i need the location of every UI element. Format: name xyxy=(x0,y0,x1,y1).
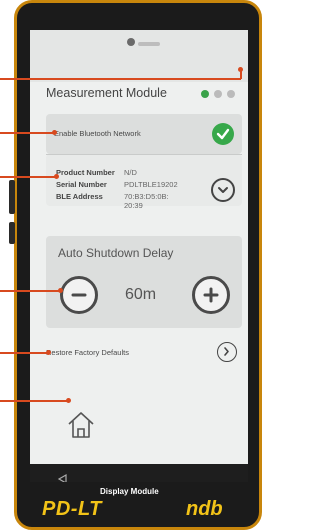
shutdown-value: 60m xyxy=(125,286,157,303)
callout-line-shutdown xyxy=(0,290,60,292)
home-icon xyxy=(68,412,94,438)
side-button xyxy=(9,222,15,244)
decrease-button[interactable] xyxy=(60,276,98,314)
page-dot[interactable] xyxy=(214,90,222,98)
product-number-label: Product Number xyxy=(56,168,115,177)
callout-line-device-info xyxy=(0,176,56,178)
callout-dot xyxy=(238,67,243,72)
bluetooth-label: Enable Bluetooth Network xyxy=(54,129,141,138)
page-dot-active[interactable] xyxy=(201,90,209,98)
system-nav-bar xyxy=(30,464,248,482)
divider xyxy=(46,154,242,155)
earpiece xyxy=(138,42,160,46)
shutdown-title: Auto Shutdown Delay xyxy=(58,246,174,260)
callout-line-page-dots xyxy=(0,78,241,80)
brand-logo: ndb xyxy=(186,498,223,520)
callout-dot xyxy=(46,350,51,355)
callout-dot xyxy=(52,130,57,135)
expand-info-button[interactable] xyxy=(211,178,235,202)
callout-dot xyxy=(66,398,71,403)
minus-icon xyxy=(71,293,87,297)
callout-line-restore xyxy=(0,352,48,354)
plus-icon xyxy=(203,287,219,303)
callout-line-bluetooth xyxy=(0,132,55,134)
side-button xyxy=(9,180,15,214)
product-number-value: N/D xyxy=(124,168,137,177)
callout-dot xyxy=(54,174,59,179)
ble-address-value: 70:B3:D5:0B: 20:39 xyxy=(124,192,169,210)
model-logo: PD-LT xyxy=(42,498,102,520)
serial-number-value: PDLTBLE19202 xyxy=(124,180,178,189)
page-dot[interactable] xyxy=(227,90,235,98)
restore-defaults-button[interactable] xyxy=(217,342,237,362)
page-title: Measurement Module xyxy=(46,86,167,100)
camera-icon xyxy=(127,38,135,46)
callout-line-home xyxy=(0,400,68,402)
checkmark-icon xyxy=(216,128,230,140)
callout-dot xyxy=(58,288,63,293)
home-button[interactable] xyxy=(64,408,98,442)
module-caption: Display Module xyxy=(100,487,159,496)
back-triangle-icon[interactable] xyxy=(56,473,68,482)
screen: Measurement Module Enable Bluetooth Netw… xyxy=(30,30,248,482)
top-bezel xyxy=(30,30,248,82)
restore-defaults-row[interactable]: Restore Factory Defaults xyxy=(46,340,242,364)
chevron-down-icon xyxy=(218,187,228,193)
serial-number-label: Serial Number xyxy=(56,180,107,189)
bluetooth-card: Enable Bluetooth Network xyxy=(46,114,242,154)
chevron-right-icon xyxy=(224,347,229,356)
bluetooth-toggle[interactable] xyxy=(212,123,234,145)
restore-defaults-label: Restore Factory Defaults xyxy=(46,348,129,357)
increase-button[interactable] xyxy=(192,276,230,314)
ble-address-label: BLE Address xyxy=(56,192,103,201)
shutdown-card: Auto Shutdown Delay 60m xyxy=(46,236,242,328)
device-info-card: Product Number N/D Serial Number PDLTBLE… xyxy=(46,154,242,210)
